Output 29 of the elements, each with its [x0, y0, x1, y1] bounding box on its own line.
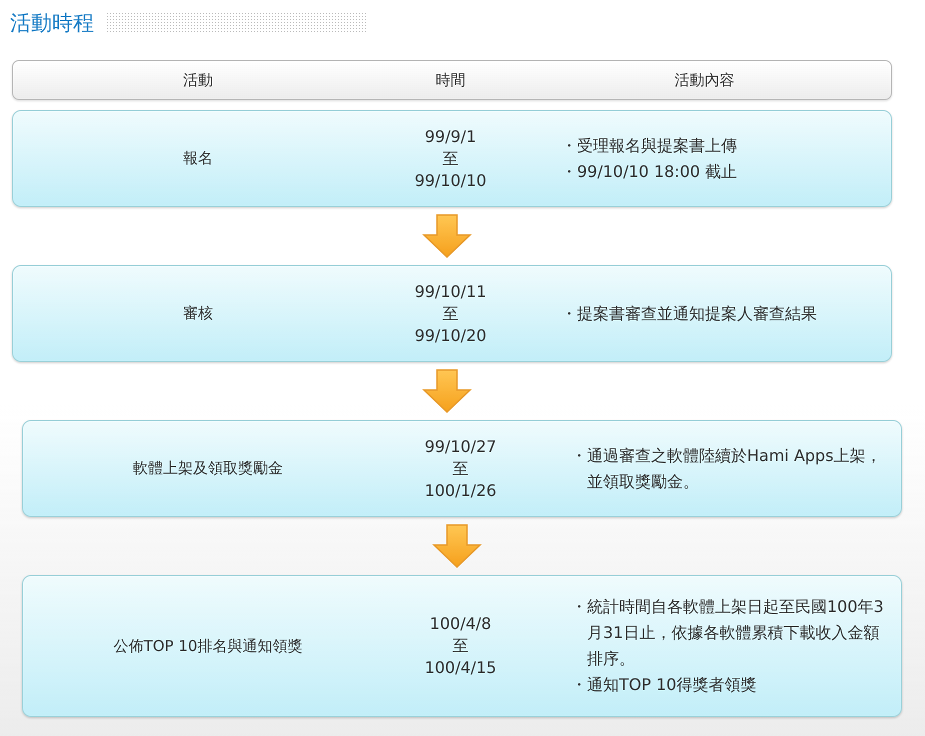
date-text: 100/4/8: [430, 613, 492, 635]
activity-name: 軟體上架及領取獎勵金: [132, 459, 284, 478]
column-header: 活動內容: [674, 70, 736, 90]
column-header: 活動: [182, 70, 214, 90]
page-title: 活動時程: [10, 10, 94, 37]
detail-text: ・99/10/10 18:00 截止: [561, 160, 738, 182]
activity-name: 報名: [182, 149, 214, 168]
date-text: 99/10/20: [414, 324, 486, 346]
activity-name: 審核: [182, 304, 214, 323]
date-text: 至: [442, 302, 458, 324]
detail-text: ・受理報名與提案書上傳: [561, 134, 738, 156]
date-text: 99/10/10: [414, 170, 486, 192]
date-text: 99/9/1: [424, 126, 476, 148]
detail-text: ・通知TOP 10得獎者領獎: [571, 674, 758, 696]
date-text: 99/10/27: [424, 436, 496, 458]
date-text: 至: [452, 635, 468, 657]
date-text: 99/10/11: [414, 280, 486, 302]
date-text: 至: [442, 148, 458, 170]
detail-text: ・統計時間自各軟體上架日起至民國100年3月31日止，依據各軟體累積下載收入金額排序。: [571, 596, 885, 670]
date-text: 至: [452, 458, 468, 480]
down-arrow-icon: [422, 214, 472, 258]
date-text: 100/4/15: [424, 657, 496, 679]
down-arrow-icon: [422, 369, 472, 413]
detail-text: ・提案書審查並通知提案人審查結果: [561, 302, 818, 324]
column-header: 時間: [434, 70, 466, 90]
date-text: 100/1/26: [424, 480, 496, 502]
detail-text: ・通過審查之軟體陸續於Hami Apps上架，並領取獎勵金。: [571, 444, 883, 492]
down-arrow-icon: [432, 524, 482, 568]
activity-name: 公佈TOP 10排名與通知領獎: [112, 636, 304, 656]
